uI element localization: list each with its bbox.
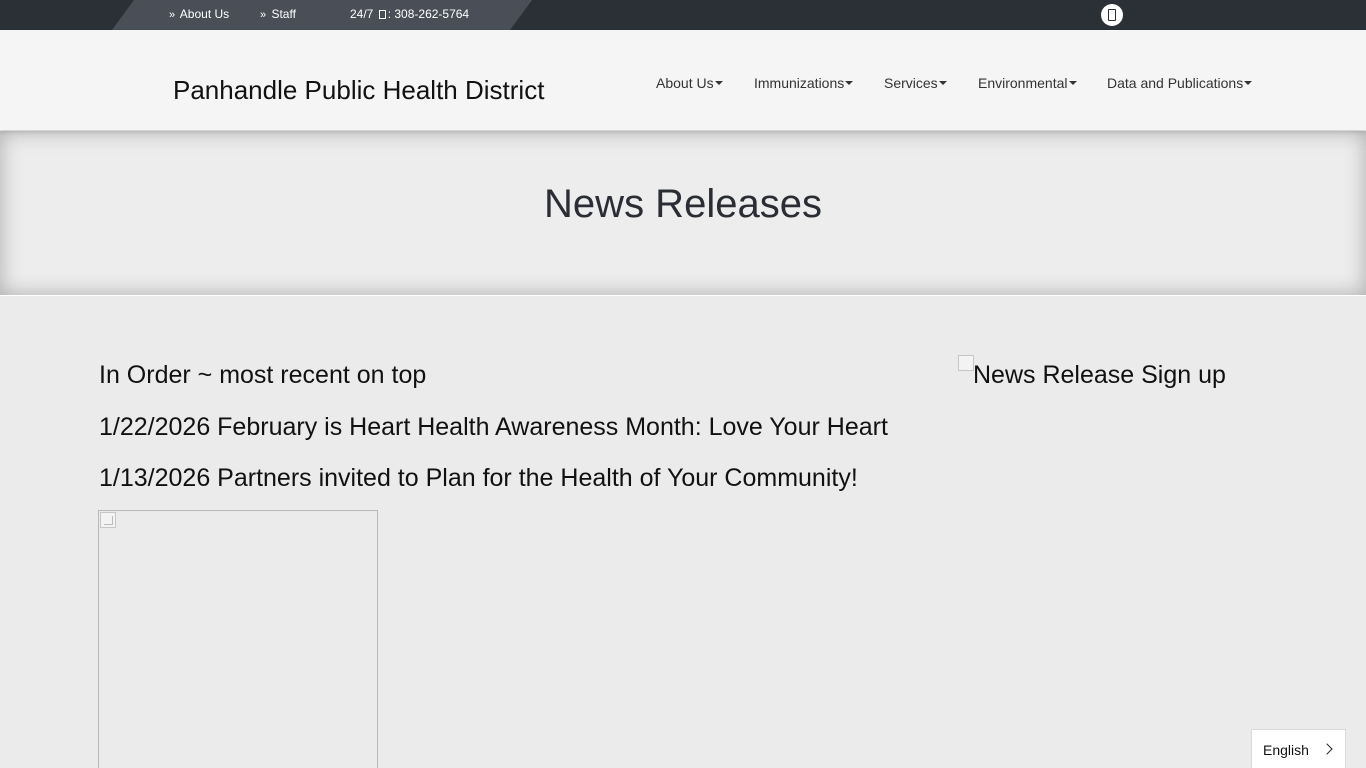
- news-release-link[interactable]: 1/22/2026 February is Heart Health Aware…: [99, 413, 888, 442]
- nav-item-data-publications[interactable]: Data and Publications: [1107, 75, 1253, 91]
- page-banner: News Releases: [0, 131, 1366, 295]
- mobile-phone-icon: [1108, 9, 1116, 21]
- nav-item-about-us[interactable]: About Us: [656, 75, 723, 91]
- hotline-number: : 308-262-5764: [387, 7, 470, 21]
- raquo-icon: »: [260, 9, 267, 21]
- news-release-link[interactable]: 1/13/2026 Partners invited to Plan for t…: [99, 464, 858, 493]
- nav-item-services[interactable]: Services: [884, 75, 947, 91]
- nav-item-environmental[interactable]: Environmental: [978, 75, 1077, 91]
- banner-divider: [0, 295, 1366, 296]
- broken-image-icon: [958, 355, 974, 371]
- nav-label: Services: [884, 75, 938, 91]
- top-link-staff-label: Staff: [271, 7, 296, 21]
- chevron-right-icon: [1321, 743, 1333, 755]
- phone-glyph-icon: [378, 10, 386, 19]
- news-image-placeholder: [98, 510, 378, 768]
- top-link-about-label: About Us: [179, 7, 230, 21]
- page-title: News Releases: [544, 182, 822, 226]
- nav-label: Data and Publications: [1107, 75, 1244, 91]
- site-title[interactable]: Panhandle Public Health District: [173, 75, 544, 106]
- top-utility-bar: » About Us » Staff 24/7 : 308-262-5764: [0, 0, 1366, 30]
- nav-item-immunizations[interactable]: Immunizations: [754, 75, 854, 91]
- caret-down-icon: [1244, 81, 1253, 85]
- hotline-phone[interactable]: 24/7 : 308-262-5764: [350, 7, 469, 21]
- top-link-about-us[interactable]: » About Us: [169, 7, 229, 21]
- caret-down-icon: [1068, 81, 1077, 85]
- language-selector[interactable]: English: [1251, 729, 1346, 768]
- top-link-staff[interactable]: » Staff: [260, 7, 296, 21]
- caret-down-icon: [845, 81, 854, 85]
- nav-label: About Us: [656, 75, 714, 91]
- mobile-phone-button[interactable]: [1101, 4, 1123, 26]
- signup-alt-text: News Release Sign up: [973, 361, 1226, 389]
- language-label: English: [1263, 742, 1309, 758]
- broken-image-icon: [100, 512, 116, 528]
- nav-label: Immunizations: [754, 75, 845, 91]
- order-note: In Order ~ most recent on top: [99, 361, 427, 389]
- caret-down-icon: [714, 81, 723, 85]
- site-header: Panhandle Public Health District About U…: [0, 30, 1366, 130]
- hotline-prefix: 24/7: [350, 7, 374, 21]
- nav-label: Environmental: [978, 75, 1068, 91]
- raquo-icon: »: [169, 9, 176, 21]
- news-release-signup[interactable]: News Release Sign up: [958, 355, 1226, 390]
- caret-down-icon: [938, 81, 947, 85]
